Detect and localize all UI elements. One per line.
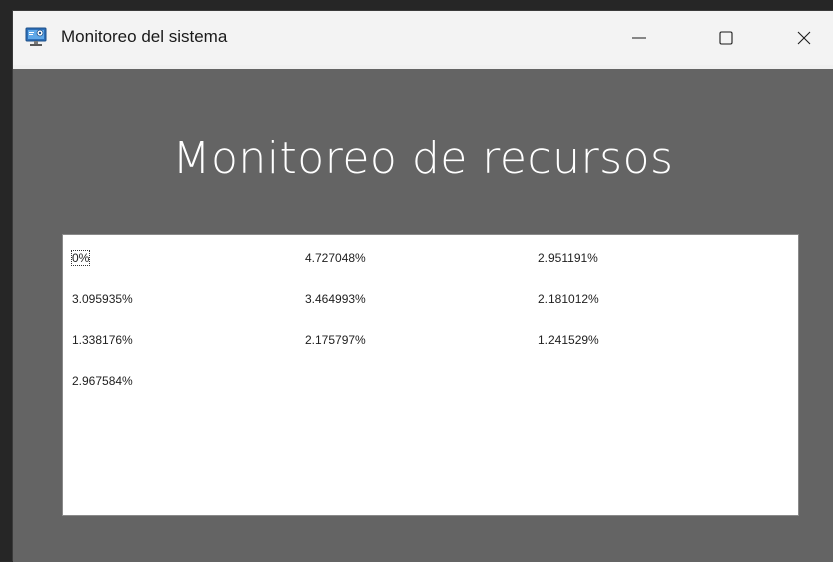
value-label: 3.095935% <box>72 292 133 306</box>
title-bar[interactable]: Monitoreo del sistema <box>13 11 833 65</box>
value-label: 2.951191% <box>538 251 598 265</box>
content-area: Monitoreo de recursos 0% 4.727048% 2.951… <box>13 69 833 562</box>
close-button[interactable] <box>775 11 833 65</box>
value-label: 2.181012% <box>538 292 599 306</box>
window-title: Monitoreo del sistema <box>61 27 228 46</box>
value-label: 2.175797% <box>305 333 366 347</box>
value-label: 3.464993% <box>305 292 366 306</box>
app-window: Monitoreo del sistema Monitoreo de recur… <box>12 10 833 562</box>
close-icon <box>797 31 811 45</box>
values-panel: 0% 4.727048% 2.951191% 3.095935% 3.46499… <box>62 234 799 516</box>
maximize-button[interactable] <box>697 11 755 65</box>
value-label: 1.241529% <box>538 333 599 347</box>
minimize-icon <box>632 37 646 39</box>
value-label: 4.727048% <box>305 251 366 265</box>
page-title: Monitoreo de recursos <box>172 133 674 184</box>
minimize-button[interactable] <box>610 11 668 65</box>
computer-monitor-icon <box>25 27 47 46</box>
value-label: 1.338176% <box>72 333 133 347</box>
value-label[interactable]: 0% <box>70 250 91 266</box>
maximize-icon <box>719 31 733 45</box>
value-label: 2.967584% <box>72 374 133 388</box>
